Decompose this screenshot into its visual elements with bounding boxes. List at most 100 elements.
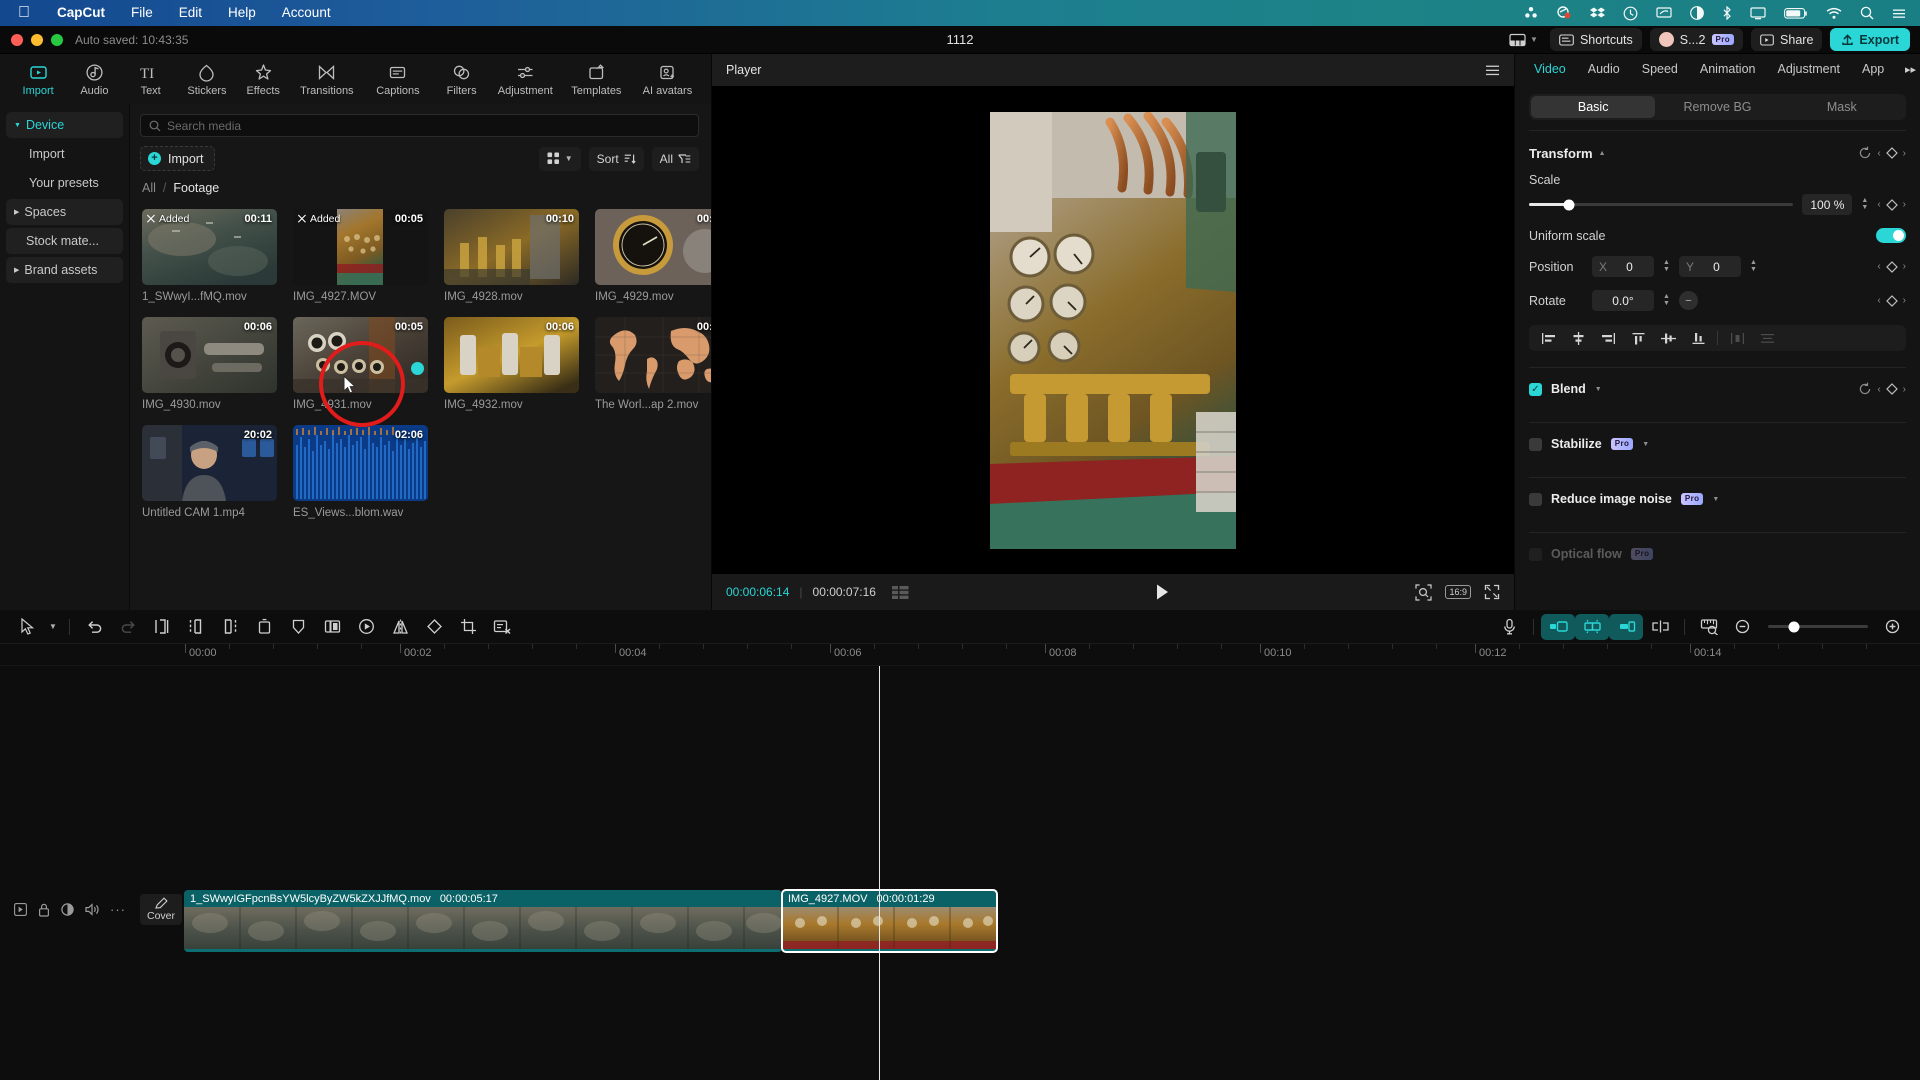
media-item[interactable]: Added 00:05 IMG_4927.MOV: [293, 209, 428, 303]
mode-filters[interactable]: Filters: [433, 58, 489, 97]
reset-icon[interactable]: [1858, 146, 1872, 160]
reduce-noise-checkbox[interactable]: [1529, 492, 1542, 506]
dropbox-icon[interactable]: [1590, 6, 1605, 20]
stabilize-checkbox[interactable]: [1529, 437, 1542, 451]
align-top-icon[interactable]: [1623, 332, 1653, 345]
grid-view-button[interactable]: ▼: [538, 146, 581, 171]
rotate-icon[interactable]: [417, 614, 451, 640]
timeline-clip[interactable]: IMG_4927.MOV 00:00:01:29: [781, 889, 998, 953]
position-y-stepper[interactable]: ▲ ▼: [1750, 259, 1757, 273]
trim-right-icon[interactable]: [213, 614, 247, 640]
account-button[interactable]: S...2 Pro: [1649, 28, 1744, 51]
media-hover-action-icon[interactable]: [411, 362, 424, 375]
media-item[interactable]: 00:05 IMG_4931.mov: [293, 317, 428, 427]
sort-button[interactable]: Sort: [588, 146, 644, 171]
segment-remove-bg[interactable]: Remove BG: [1655, 96, 1779, 118]
reset-icon[interactable]: [1858, 382, 1872, 396]
speed-icon[interactable]: [349, 614, 383, 640]
search-input[interactable]: [167, 118, 690, 133]
playhead[interactable]: [879, 666, 880, 1080]
media-thumbnail[interactable]: 02:06: [293, 425, 428, 501]
media-thumbnail[interactable]: 00:06: [444, 317, 579, 393]
export-button[interactable]: Export: [1830, 28, 1910, 51]
trim-left-icon[interactable]: [179, 614, 213, 640]
optical-flow-checkbox[interactable]: [1529, 547, 1542, 561]
bluetooth-icon[interactable]: [1722, 6, 1732, 20]
search-media-box[interactable]: [140, 114, 699, 137]
timeline-clip[interactable]: 1_SWwyIGFpcnBsYW5lcyByZW5kZXJJfMQ.mov 00…: [184, 890, 782, 952]
battery-icon[interactable]: [1784, 7, 1808, 20]
align-center-v-icon[interactable]: [1653, 332, 1683, 345]
menu-list-icon[interactable]: [1892, 7, 1906, 20]
sidebar-item-spaces[interactable]: ▶ Spaces: [6, 199, 123, 225]
mode-adjustment[interactable]: Adjustment: [490, 58, 561, 97]
reduce-noise-row[interactable]: Reduce image noise Pro ▼: [1529, 478, 1906, 520]
link-icon[interactable]: [1643, 614, 1677, 640]
media-thumbnail[interactable]: Added 00:05: [293, 209, 428, 285]
media-item[interactable]: 02:06 ES_Views...blom.wav: [293, 425, 428, 519]
distribute-v-icon[interactable]: [1752, 332, 1782, 345]
position-y-field[interactable]: Y 0: [1678, 256, 1741, 277]
split-icon[interactable]: [145, 614, 179, 640]
align-left-icon[interactable]: [1533, 332, 1563, 345]
media-thumbnail[interactable]: 00:07: [595, 209, 711, 285]
keyframe-diamond-icon[interactable]: [1885, 260, 1898, 273]
mode-import[interactable]: Import: [10, 58, 66, 97]
maximize-window-button[interactable]: [51, 33, 63, 46]
breadcrumb-root[interactable]: All: [142, 181, 156, 195]
redo-icon[interactable]: [111, 614, 145, 640]
ruler-icon[interactable]: [1692, 614, 1726, 640]
layout-icon[interactable]: ▼: [1505, 33, 1542, 47]
rotate-field[interactable]: 0.0°: [1592, 290, 1654, 311]
media-thumbnail[interactable]: Added 00:11: [142, 209, 277, 285]
menu-edit[interactable]: Edit: [166, 0, 215, 26]
media-thumbnail[interactable]: 20:02: [142, 425, 277, 501]
mode-templates[interactable]: Templates: [561, 58, 632, 97]
scale-value[interactable]: 100 %: [1802, 194, 1853, 215]
shortcuts-button[interactable]: Shortcuts: [1549, 28, 1642, 51]
mode-transitions[interactable]: Transitions: [291, 58, 362, 97]
mode-captions[interactable]: Captions: [362, 58, 433, 97]
cleanshot-icon[interactable]: [1556, 6, 1572, 20]
timeline-ruler[interactable]: 00:00 00:02 00:04 00:06 00:08 00:10 00:1…: [0, 644, 1920, 666]
keyframe-next-icon[interactable]: ›: [1903, 261, 1906, 272]
cover-button[interactable]: Cover: [140, 894, 183, 925]
scale-stepper[interactable]: ▲ ▼: [1861, 197, 1868, 211]
trash-icon[interactable]: [247, 614, 281, 640]
keyframe-prev-icon[interactable]: ‹: [1877, 148, 1880, 159]
tab-animation[interactable]: Animation: [1689, 62, 1767, 76]
timeline-zoom-knob[interactable]: [1788, 621, 1800, 632]
keyframe-next-icon[interactable]: ›: [1903, 199, 1906, 210]
snap-left-icon[interactable]: [1541, 613, 1575, 640]
position-y-value[interactable]: 0: [1699, 260, 1734, 274]
media-thumbnail[interactable]: 00:10: [444, 209, 579, 285]
reverse-icon[interactable]: [315, 614, 349, 640]
thumbnails-icon[interactable]: [891, 585, 909, 599]
keyframe-track-icon[interactable]: [14, 903, 27, 916]
menu-file[interactable]: File: [118, 0, 166, 26]
media-item[interactable]: 00:06 IMG_4932.mov: [444, 317, 579, 411]
player-current-time[interactable]: 00:00:06:14: [726, 585, 789, 599]
align-bottom-icon[interactable]: [1683, 332, 1713, 345]
stabilize-row[interactable]: Stabilize Pro ▼: [1529, 423, 1906, 465]
share-button[interactable]: Share: [1751, 28, 1823, 51]
fullscreen-icon[interactable]: [1484, 584, 1500, 600]
crop-icon[interactable]: [451, 614, 485, 640]
stabilize-caret-icon[interactable]: ▼: [1642, 441, 1649, 448]
keyframe-next-icon[interactable]: ›: [1903, 384, 1906, 395]
sidebar-item-import[interactable]: Import: [6, 141, 123, 167]
keyframe-diamond-icon[interactable]: [1885, 294, 1898, 307]
rotate-value[interactable]: 0.0°: [1599, 294, 1647, 308]
close-window-button[interactable]: [11, 33, 23, 46]
media-thumbnail[interactable]: 00:06: [142, 317, 277, 393]
tab-video[interactable]: Video: [1523, 62, 1577, 76]
media-item[interactable]: 00:15 The Worl...ap 2.mov: [595, 317, 711, 411]
lock-icon[interactable]: [38, 903, 50, 917]
blend-checkbox[interactable]: ✓: [1529, 382, 1542, 396]
tab-speed[interactable]: Speed: [1631, 62, 1689, 76]
aspect-ratio-button[interactable]: 16:9: [1445, 585, 1471, 599]
more-icon[interactable]: ···: [110, 902, 126, 917]
timeline-zoom-slider[interactable]: [1768, 621, 1868, 632]
remove-bg-icon[interactable]: [485, 614, 519, 640]
media-item[interactable]: 00:10 IMG_4928.mov: [444, 209, 579, 303]
